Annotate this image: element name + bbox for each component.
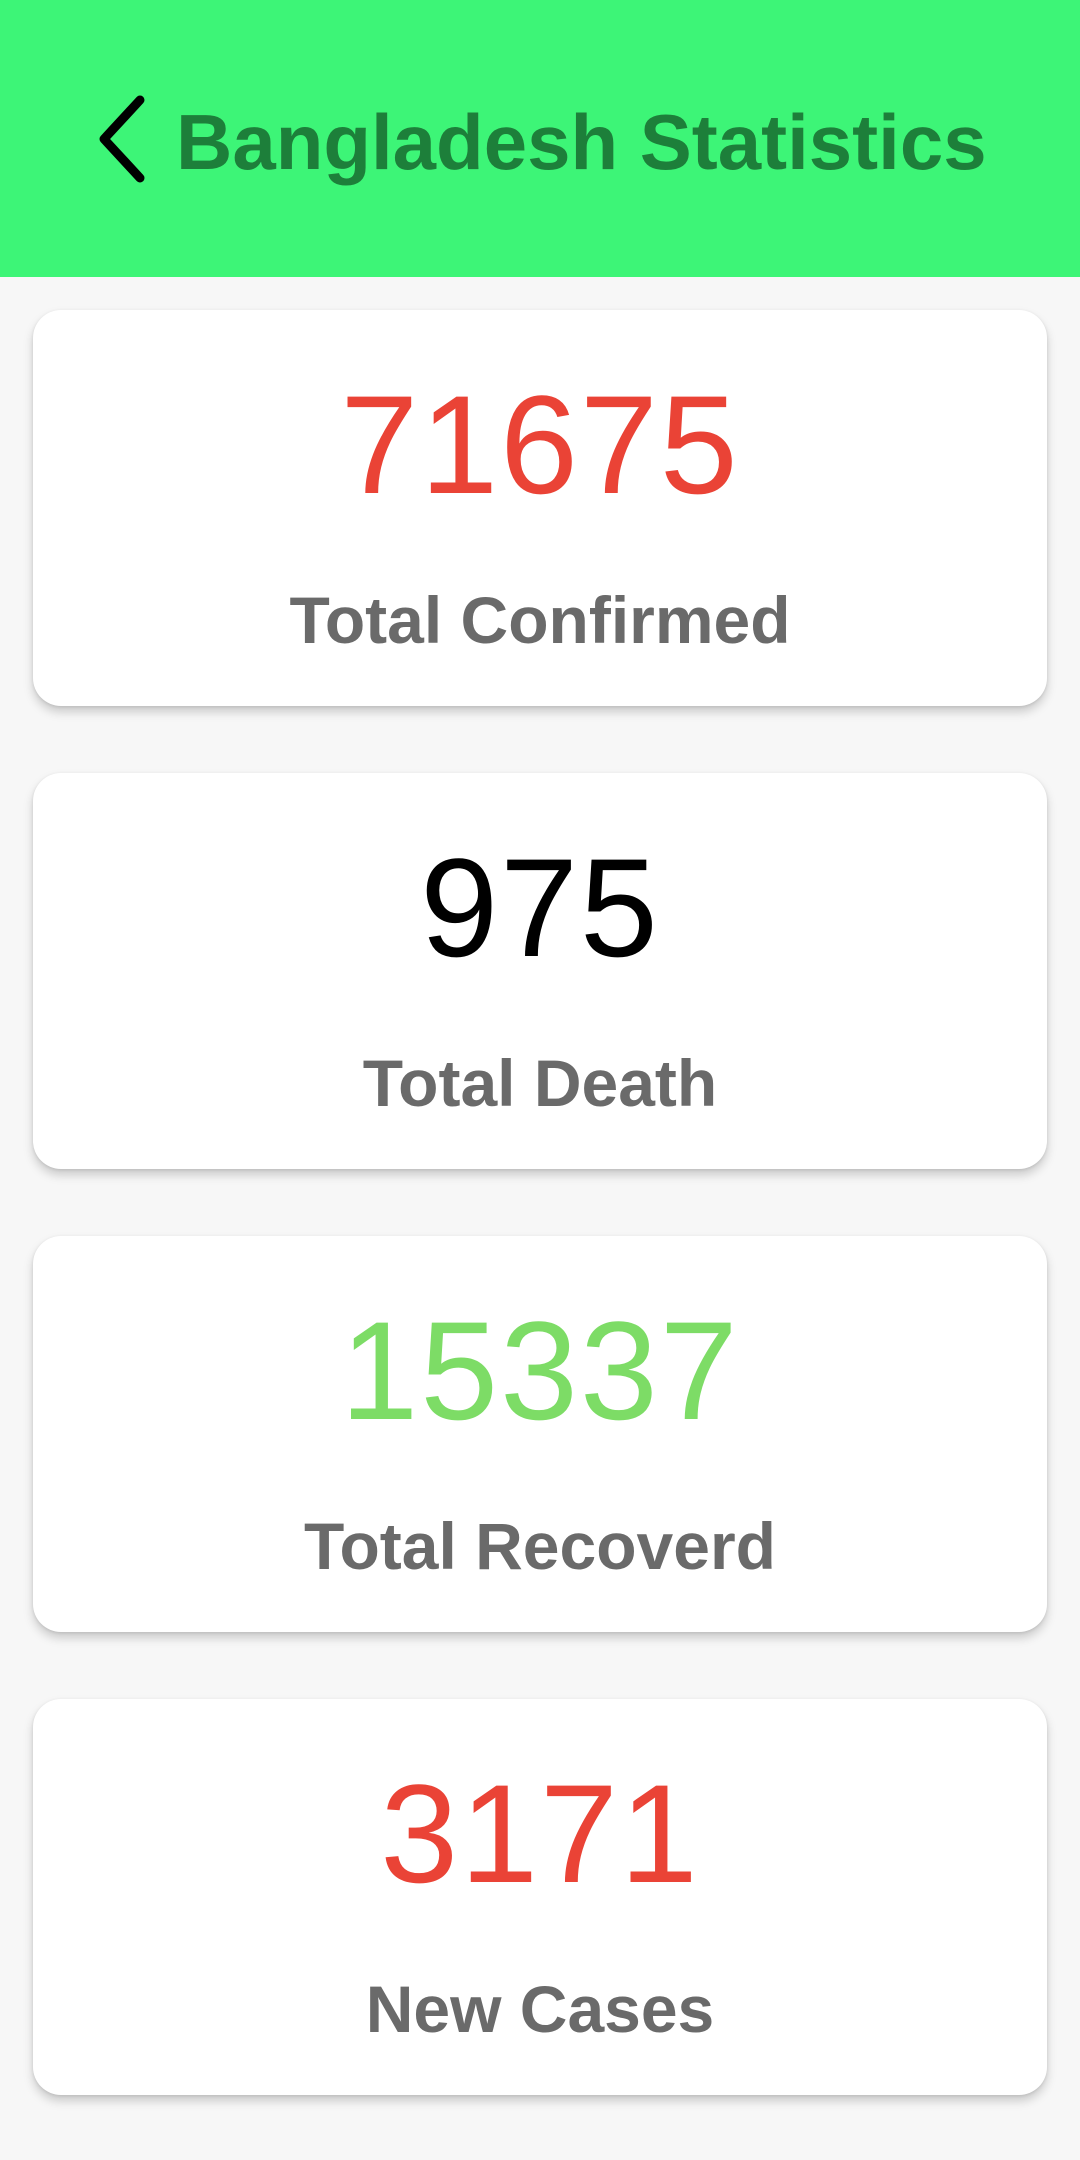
app-bar: Bangladesh Statistics — [0, 0, 1080, 277]
stat-label-new-cases: New Cases — [365, 1972, 715, 2046]
stat-card-total-death: 975 Total Death — [33, 773, 1047, 1169]
stat-value-total-death: 975 — [420, 829, 660, 986]
stat-card-total-recovered: 15337 Total Recoverd — [33, 1236, 1047, 1632]
back-button[interactable] — [94, 94, 154, 184]
stat-card-new-cases: 3171 New Cases — [33, 1699, 1047, 2095]
stat-label-total-death: Total Death — [362, 1046, 718, 1120]
stat-card-total-confirmed: 71675 Total Confirmed — [33, 310, 1047, 706]
stat-value-new-cases: 3171 — [380, 1755, 700, 1912]
page-title: Bangladesh Statistics — [176, 98, 987, 186]
stat-value-total-recovered: 15337 — [340, 1292, 740, 1449]
chevron-left-icon — [99, 95, 145, 183]
stat-value-total-confirmed: 71675 — [340, 366, 740, 523]
stat-label-total-recovered: Total Recoverd — [304, 1509, 776, 1583]
stat-label-total-confirmed: Total Confirmed — [289, 583, 791, 657]
